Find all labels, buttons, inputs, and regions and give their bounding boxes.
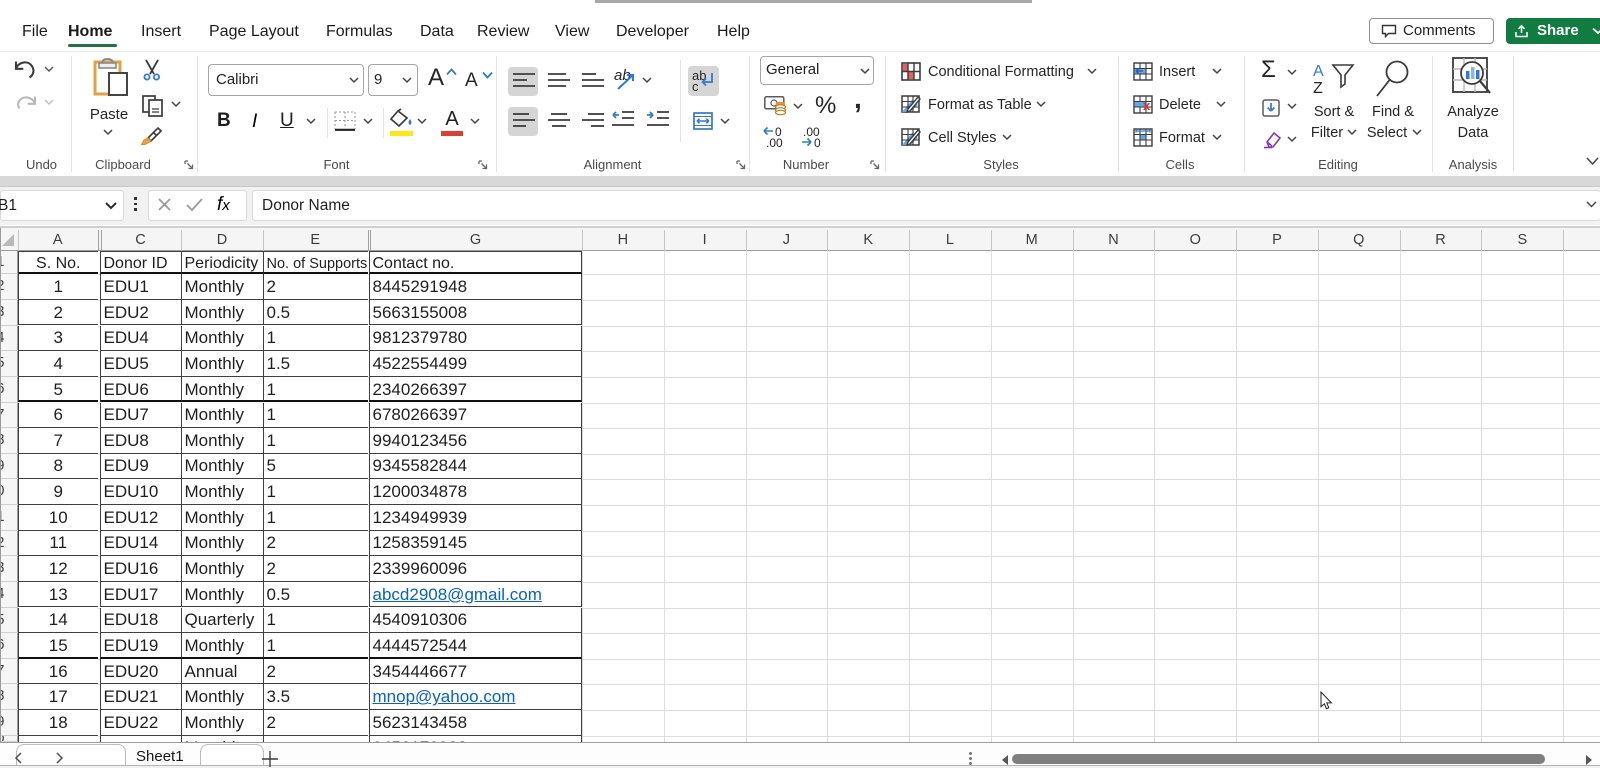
svg-text:c: c [692,79,699,94]
svg-text:.00: .00 [766,136,783,150]
svg-text:0: 0 [814,136,821,150]
svg-text:A: A [1313,63,1324,80]
svg-text:Z: Z [1313,80,1323,97]
svg-text:x: x [1143,98,1151,113]
